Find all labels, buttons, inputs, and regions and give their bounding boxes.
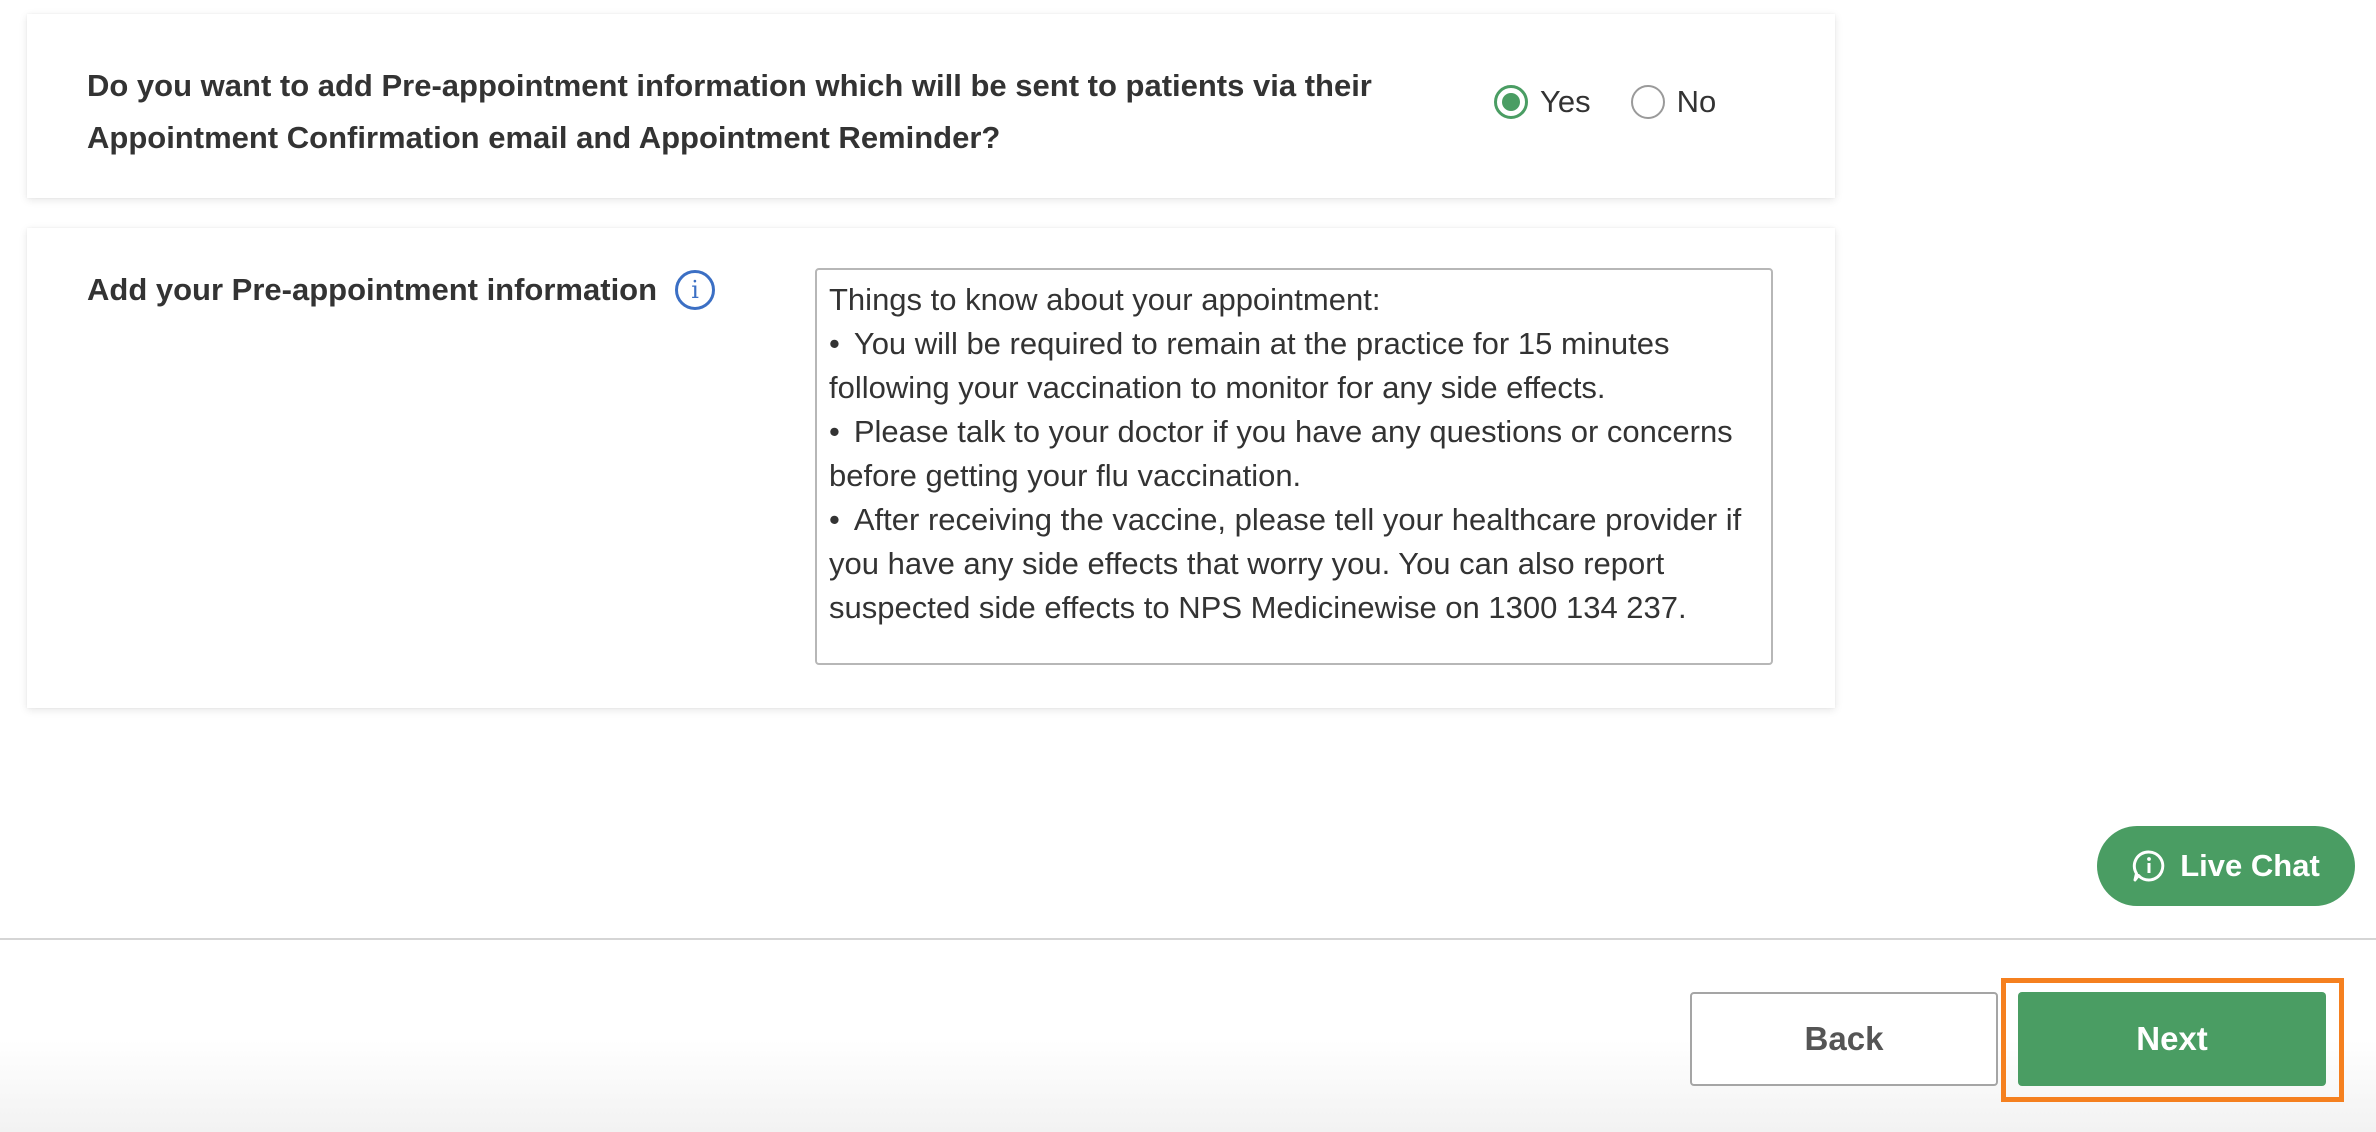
next-button[interactable]: Next bbox=[2018, 992, 2326, 1086]
live-chat-label: Live Chat bbox=[2180, 848, 2320, 883]
bullet-text-3: After receiving the vaccine, please tell… bbox=[829, 502, 1742, 625]
back-button[interactable]: Back bbox=[1690, 992, 1998, 1086]
bullet-symbol: • bbox=[829, 414, 840, 449]
info-icon[interactable]: i bbox=[675, 270, 716, 310]
radio-option-yes[interactable]: Yes bbox=[1494, 84, 1591, 120]
radio-option-no[interactable]: No bbox=[1630, 84, 1717, 120]
textarea-bullet-3: • After receiving the vaccine, please tel… bbox=[829, 498, 1759, 630]
info-field-label: Add your Pre-appointment information i bbox=[87, 270, 716, 310]
radio-yes-selected[interactable] bbox=[1494, 85, 1528, 119]
footer-divider bbox=[0, 938, 2376, 940]
pre-appointment-info-card: Add your Pre-appointment information i T… bbox=[27, 228, 1835, 708]
textarea-bullet-1: • You will be required to remain at the p… bbox=[829, 322, 1759, 410]
pre-appointment-question-card: Do you want to add Pre-appointment infor… bbox=[27, 14, 1835, 198]
bullet-symbol: • bbox=[829, 326, 840, 361]
yes-no-radio-group: Yes No bbox=[1494, 84, 1756, 120]
textarea-bullet-2: • Please talk to your doctor if you have … bbox=[829, 410, 1759, 498]
bullet-symbol: • bbox=[829, 502, 840, 537]
radio-label-no: No bbox=[1676, 84, 1717, 119]
textarea-heading: Things to know about your appointment: bbox=[829, 282, 1381, 317]
radio-no[interactable] bbox=[1630, 85, 1665, 119]
question-text: Do you want to add Pre-appointment infor… bbox=[87, 68, 1372, 155]
bullet-text-2: Please talk to your doctor if you have a… bbox=[829, 414, 1733, 493]
bullet-text-1: You will be required to remain at the pr… bbox=[829, 326, 1670, 405]
chat-info-icon bbox=[2133, 850, 2165, 882]
pre-appointment-info-textarea[interactable]: Things to know about your appointment: •… bbox=[815, 268, 1773, 665]
info-label-text: Add your Pre-appointment information bbox=[87, 272, 658, 307]
live-chat-button[interactable]: Live Chat bbox=[2097, 826, 2355, 906]
radio-label-yes: Yes bbox=[1540, 84, 1591, 119]
